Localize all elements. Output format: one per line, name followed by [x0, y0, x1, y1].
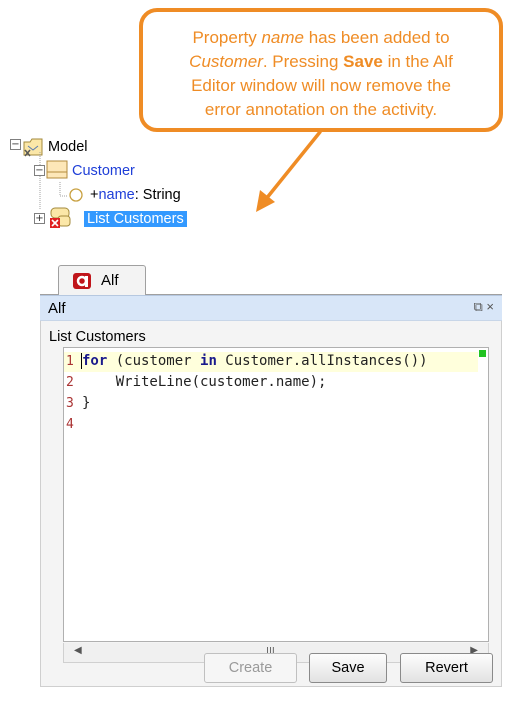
revert-button[interactable]: Revert [400, 653, 493, 683]
tree-item-list-customers[interactable]: List Customers [84, 209, 187, 229]
tab-strip: Alf [40, 261, 502, 295]
alf-logo-icon [73, 272, 91, 289]
property-icon [69, 188, 83, 202]
tree-item-label: Customer [72, 163, 135, 179]
tree-item-name-property[interactable]: + name : String [90, 185, 181, 205]
line-number: 1 [66, 354, 74, 369]
collapse-customer-icon[interactable]: − [34, 165, 45, 176]
panel-restore-close-icon[interactable]: ⧉ × [474, 299, 495, 315]
panel-titlebar: Alf ⧉ × [40, 295, 502, 321]
status-ok-marker-icon [479, 350, 486, 357]
text-caret [81, 353, 82, 369]
create-button[interactable]: Create [204, 653, 297, 683]
editor-label: List Customers [49, 329, 146, 345]
tab-alf[interactable]: Alf [58, 265, 146, 295]
code-line: } [82, 395, 91, 411]
line-number: 4 [66, 417, 74, 432]
activity-error-icon [50, 207, 71, 228]
line-number: 2 [66, 375, 74, 390]
tab-label: Alf [101, 272, 119, 289]
panel-body: List Customers 1 2 3 4 for (customer in … [40, 321, 502, 687]
class-icon [46, 160, 68, 179]
save-button[interactable]: Save [309, 653, 387, 683]
panel-title: Alf [48, 299, 66, 317]
code-editor[interactable]: 1 2 3 4 for (customer in Customer.allIns… [63, 347, 489, 642]
tree-item-label: List Customers [84, 211, 187, 227]
code-line: for (customer in Customer.allInstances()… [82, 353, 428, 369]
alf-editor-panel: Alf Alf ⧉ × List Customers 1 2 3 4 for (… [40, 261, 502, 687]
line-number: 3 [66, 396, 74, 411]
tree-item-customer[interactable]: Customer [72, 161, 135, 181]
code-line: WriteLine(customer.name); [82, 374, 327, 390]
scroll-left-icon[interactable]: ◀ [74, 645, 82, 656]
expand-activity-icon[interactable]: + [34, 213, 45, 224]
